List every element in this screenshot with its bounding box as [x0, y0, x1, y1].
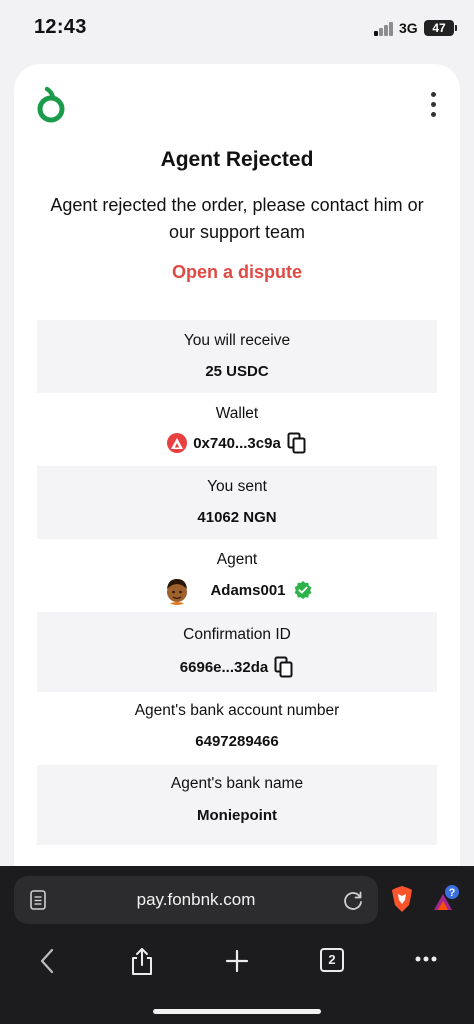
network-type: 3G — [399, 20, 418, 36]
verified-badge-icon — [294, 581, 311, 599]
detail-row-agent: Agent Adams001 — [37, 539, 437, 612]
url-text: pay.fonbnk.com — [136, 890, 256, 909]
bank-account-value: 6497289466 — [195, 733, 279, 750]
wallet-label: Wallet — [215, 405, 259, 422]
status-message: Agent rejected the order, please contact… — [50, 195, 424, 242]
home-indicator — [153, 1009, 321, 1014]
receive-label: You will receive — [183, 332, 291, 349]
fonbnk-logo — [37, 86, 65, 123]
brave-rewards-icon[interactable]: ? — [432, 884, 460, 912]
sent-label: You sent — [207, 478, 267, 495]
order-details: You will receive 25 USDC Wallet 0x740...… — [37, 320, 437, 845]
confirmation-value-group: 6696e...32da — [37, 656, 437, 678]
agent-name: Adams001 — [210, 581, 286, 599]
signal-strength-icon — [374, 22, 396, 36]
detail-row-receive: You will receive 25 USDC — [37, 320, 437, 393]
status-time: 12:43 — [34, 16, 87, 38]
brave-shields-icon[interactable] — [390, 886, 414, 912]
new-tab-icon[interactable] — [224, 946, 250, 976]
detail-row-bank-account: Agent's bank account number 6497289466 — [37, 692, 437, 765]
detail-row-sent: You sent 41062 NGN — [37, 466, 437, 539]
browser-toolbar: pay.fonbnk.com ? 2 — [0, 866, 474, 1024]
status-bar: 12:43 3G 47 — [0, 0, 474, 58]
more-options-icon[interactable] — [430, 92, 438, 118]
copy-confirmation-icon[interactable] — [274, 656, 294, 678]
detail-row-wallet: Wallet 0x740...3c9a — [37, 393, 437, 466]
rewards-badge: ? — [449, 887, 456, 899]
bank-name-value: Moniepoint — [197, 807, 277, 824]
bank-account-label: Agent's bank account number — [134, 702, 340, 719]
order-status-card: Agent Rejected Agent rejected the order,… — [14, 64, 460, 894]
detail-row-confirmation: Confirmation ID 6696e...32da — [37, 612, 437, 692]
confirmation-id: 6696e...32da — [179, 658, 269, 676]
share-icon[interactable] — [128, 946, 156, 976]
agent-value-group: Adams001 — [37, 575, 437, 605]
reload-icon[interactable] — [342, 889, 364, 911]
receive-value: 25 USDC — [205, 363, 269, 380]
detail-row-bank-name: Agent's bank name Moniepoint — [37, 765, 437, 845]
more-menu-icon[interactable] — [414, 954, 438, 964]
back-icon[interactable] — [38, 946, 56, 976]
battery-indicator: 47 — [424, 20, 457, 36]
bank-name-label: Agent's bank name — [170, 775, 304, 792]
agent-avatar — [162, 575, 193, 605]
page-title: Agent Rejected — [160, 148, 314, 171]
confirmation-label: Confirmation ID — [183, 626, 291, 643]
agent-label: Agent — [216, 551, 258, 568]
wallet-value-group: 0x740...3c9a — [37, 432, 437, 454]
address-bar[interactable]: pay.fonbnk.com — [14, 876, 378, 924]
avalanche-icon — [167, 433, 188, 453]
open-dispute-link[interactable]: Open a dispute — [14, 262, 460, 283]
tab-count-button[interactable]: 2 — [320, 948, 344, 972]
sent-value: 41062 NGN — [197, 509, 277, 526]
copy-wallet-icon[interactable] — [287, 432, 307, 454]
wallet-address: 0x740...3c9a — [193, 434, 281, 452]
